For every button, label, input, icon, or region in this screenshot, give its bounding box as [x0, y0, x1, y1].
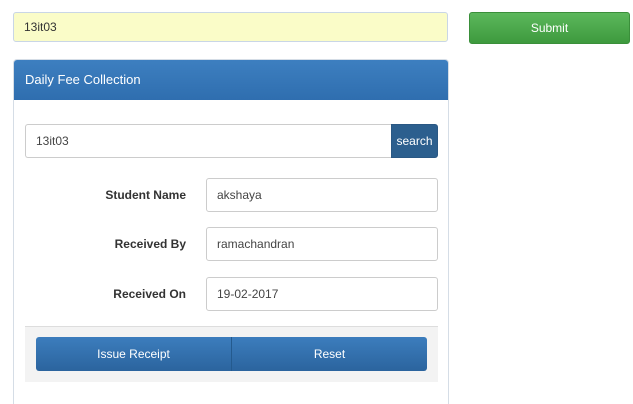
received-by-field[interactable]	[206, 227, 438, 261]
student-name-row: Student Name	[14, 178, 450, 212]
panel-title: Daily Fee Collection	[14, 60, 448, 100]
daily-fee-collection-panel: Daily Fee Collection search Student Name…	[13, 59, 449, 404]
received-by-row: Received By	[14, 227, 450, 261]
received-on-field[interactable]	[206, 277, 438, 311]
roll-number-input[interactable]	[13, 12, 448, 42]
submit-button[interactable]: Submit	[469, 12, 630, 44]
action-button-group: Issue Receipt Reset	[36, 337, 427, 371]
search-button[interactable]: search	[391, 124, 438, 158]
received-on-label: Received On	[113, 287, 186, 301]
student-name-label: Student Name	[105, 188, 186, 202]
received-on-row: Received On	[14, 277, 450, 311]
search-group: search	[25, 124, 438, 158]
search-input[interactable]	[25, 124, 391, 158]
issue-receipt-button[interactable]: Issue Receipt	[36, 337, 232, 371]
received-by-label: Received By	[114, 237, 186, 251]
reset-button[interactable]: Reset	[232, 337, 427, 371]
panel-footer: Issue Receipt Reset	[25, 326, 438, 382]
student-name-field[interactable]	[206, 178, 438, 212]
